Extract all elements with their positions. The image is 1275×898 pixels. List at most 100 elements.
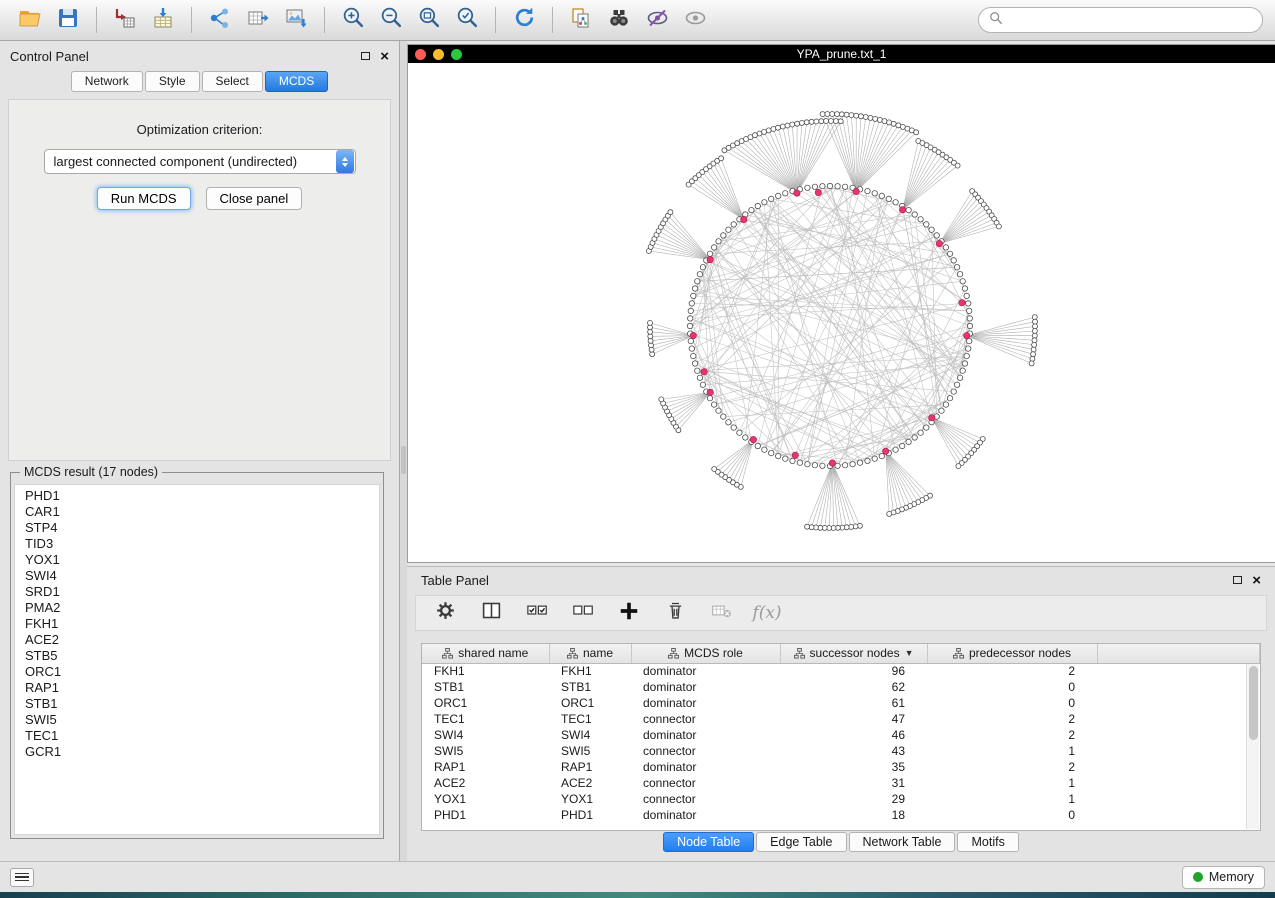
deselect-all-button[interactable] <box>570 600 596 626</box>
cell-predecessors[interactable]: 0 <box>927 695 1097 711</box>
close-table-panel-icon[interactable]: × <box>1252 573 1261 588</box>
network-graph[interactable] <box>408 63 1275 562</box>
table-row[interactable]: ORC1ORC1dominator610 <box>422 695 1260 711</box>
cell-successors[interactable]: 46 <box>780 727 927 743</box>
select-all-button[interactable] <box>524 600 550 626</box>
add-column-button[interactable] <box>616 600 642 626</box>
tab-network[interactable]: Network <box>71 71 143 92</box>
splitter-handle-icon[interactable] <box>401 446 406 474</box>
open-file-button[interactable] <box>12 4 48 36</box>
result-item[interactable]: SWI5 <box>15 712 379 728</box>
table-row[interactable]: FKH1FKH1dominator962 <box>422 663 1260 679</box>
tab-style[interactable]: Style <box>145 71 200 92</box>
show-button[interactable] <box>677 4 713 36</box>
result-item[interactable]: PHD1 <box>15 488 379 504</box>
table-row[interactable]: RAP1RAP1dominator352 <box>422 759 1260 775</box>
memory-button[interactable]: Memory <box>1182 866 1265 889</box>
delete-column-button[interactable] <box>662 600 688 626</box>
tab-motifs[interactable]: Motifs <box>957 832 1018 852</box>
export-image-button[interactable] <box>278 4 314 36</box>
table-row[interactable]: SWI4SWI4dominator462 <box>422 727 1260 743</box>
cell-role[interactable]: dominator <box>631 759 780 775</box>
result-item[interactable]: YOX1 <box>15 552 379 568</box>
cell-shared_name[interactable]: STB1 <box>422 679 549 695</box>
cell-successors[interactable]: 61 <box>780 695 927 711</box>
cell-predecessors[interactable]: 2 <box>927 663 1097 679</box>
cell-predecessors[interactable]: 0 <box>927 679 1097 695</box>
table-settings-button[interactable] <box>432 600 458 626</box>
result-item[interactable]: PMA2 <box>15 600 379 616</box>
result-item[interactable]: ORC1 <box>15 664 379 680</box>
cell-successors[interactable]: 96 <box>780 663 927 679</box>
cell-role[interactable]: dominator <box>631 727 780 743</box>
cell-shared_name[interactable]: ACE2 <box>422 775 549 791</box>
cell-role[interactable]: connector <box>631 791 780 807</box>
cell-predecessors[interactable]: 2 <box>927 711 1097 727</box>
result-item[interactable]: RAP1 <box>15 680 379 696</box>
cell-name[interactable]: ORC1 <box>549 695 631 711</box>
cell-name[interactable]: RAP1 <box>549 759 631 775</box>
import-network-button[interactable] <box>107 4 143 36</box>
run-mcds-button[interactable]: Run MCDS <box>97 187 191 210</box>
cell-name[interactable]: YOX1 <box>549 791 631 807</box>
criterion-dropdown[interactable]: largest connected component (undirected) <box>44 149 356 174</box>
panel-splitter[interactable] <box>400 41 407 861</box>
tab-node-table[interactable]: Node Table <box>663 832 754 852</box>
cell-successors[interactable]: 62 <box>780 679 927 695</box>
mcds-result-list[interactable]: PHD1CAR1STP4TID3YOX1SWI4SRD1PMA2FKH1ACE2… <box>14 484 380 835</box>
result-item[interactable]: FKH1 <box>15 616 379 632</box>
cell-predecessors[interactable]: 2 <box>927 759 1097 775</box>
tab-mcds[interactable]: MCDS <box>265 71 328 92</box>
result-item[interactable]: ACE2 <box>15 632 379 648</box>
cell-role[interactable]: dominator <box>631 695 780 711</box>
cell-role[interactable]: connector <box>631 743 780 759</box>
result-item[interactable]: STB1 <box>15 696 379 712</box>
result-item[interactable]: STP4 <box>15 520 379 536</box>
column-header-name[interactable]: name <box>549 644 631 663</box>
cell-predecessors[interactable]: 2 <box>927 727 1097 743</box>
cell-predecessors[interactable]: 1 <box>927 775 1097 791</box>
result-item[interactable]: CAR1 <box>15 504 379 520</box>
cell-name[interactable]: SWI4 <box>549 727 631 743</box>
cell-shared_name[interactable]: FKH1 <box>422 663 549 679</box>
result-item[interactable]: TEC1 <box>15 728 379 744</box>
tab-network-table[interactable]: Network Table <box>849 832 956 852</box>
cell-successors[interactable]: 18 <box>780 807 927 823</box>
cell-shared_name[interactable]: SWI5 <box>422 743 549 759</box>
dropdown-stepper-icon[interactable] <box>336 150 354 173</box>
export-network-button[interactable] <box>202 4 238 36</box>
cell-successors[interactable]: 35 <box>780 759 927 775</box>
cell-successors[interactable]: 31 <box>780 775 927 791</box>
scrollbar-thumb[interactable] <box>1249 666 1258 740</box>
result-item[interactable]: TID3 <box>15 536 379 552</box>
close-panel-icon[interactable]: × <box>380 49 389 64</box>
save-button[interactable] <box>50 4 86 36</box>
result-item[interactable]: SRD1 <box>15 584 379 600</box>
zoom-in-button[interactable] <box>335 4 371 36</box>
table-row[interactable]: STB1STB1dominator620 <box>422 679 1260 695</box>
sort-arrow-icon[interactable]: ▼ <box>905 648 914 658</box>
cell-name[interactable]: STB1 <box>549 679 631 695</box>
float-panel-icon[interactable] <box>361 52 370 60</box>
column-header-predecessor-nodes[interactable]: predecessor nodes <box>927 644 1097 663</box>
cell-role[interactable]: connector <box>631 711 780 727</box>
zoom-fit-button[interactable] <box>411 4 447 36</box>
cell-role[interactable]: dominator <box>631 663 780 679</box>
table-row[interactable]: SWI5SWI5connector431 <box>422 743 1260 759</box>
tab-select[interactable]: Select <box>202 71 263 92</box>
cell-name[interactable]: SWI5 <box>549 743 631 759</box>
tab-edge-table[interactable]: Edge Table <box>756 832 846 852</box>
cell-shared_name[interactable]: SWI4 <box>422 727 549 743</box>
zoom-selected-button[interactable] <box>449 4 485 36</box>
cell-predecessors[interactable]: 0 <box>927 807 1097 823</box>
column-visibility-button[interactable] <box>478 600 504 626</box>
column-header-mcds-role[interactable]: MCDS role <box>631 644 780 663</box>
cell-name[interactable]: ACE2 <box>549 775 631 791</box>
result-item[interactable]: STB5 <box>15 648 379 664</box>
search-box[interactable] <box>978 7 1263 33</box>
table-scrollbar[interactable] <box>1246 664 1259 829</box>
table-row[interactable]: TEC1TEC1connector472 <box>422 711 1260 727</box>
table-row[interactable]: ACE2ACE2connector311 <box>422 775 1260 791</box>
copy-style-button[interactable] <box>563 4 599 36</box>
hide-button[interactable] <box>639 4 675 36</box>
